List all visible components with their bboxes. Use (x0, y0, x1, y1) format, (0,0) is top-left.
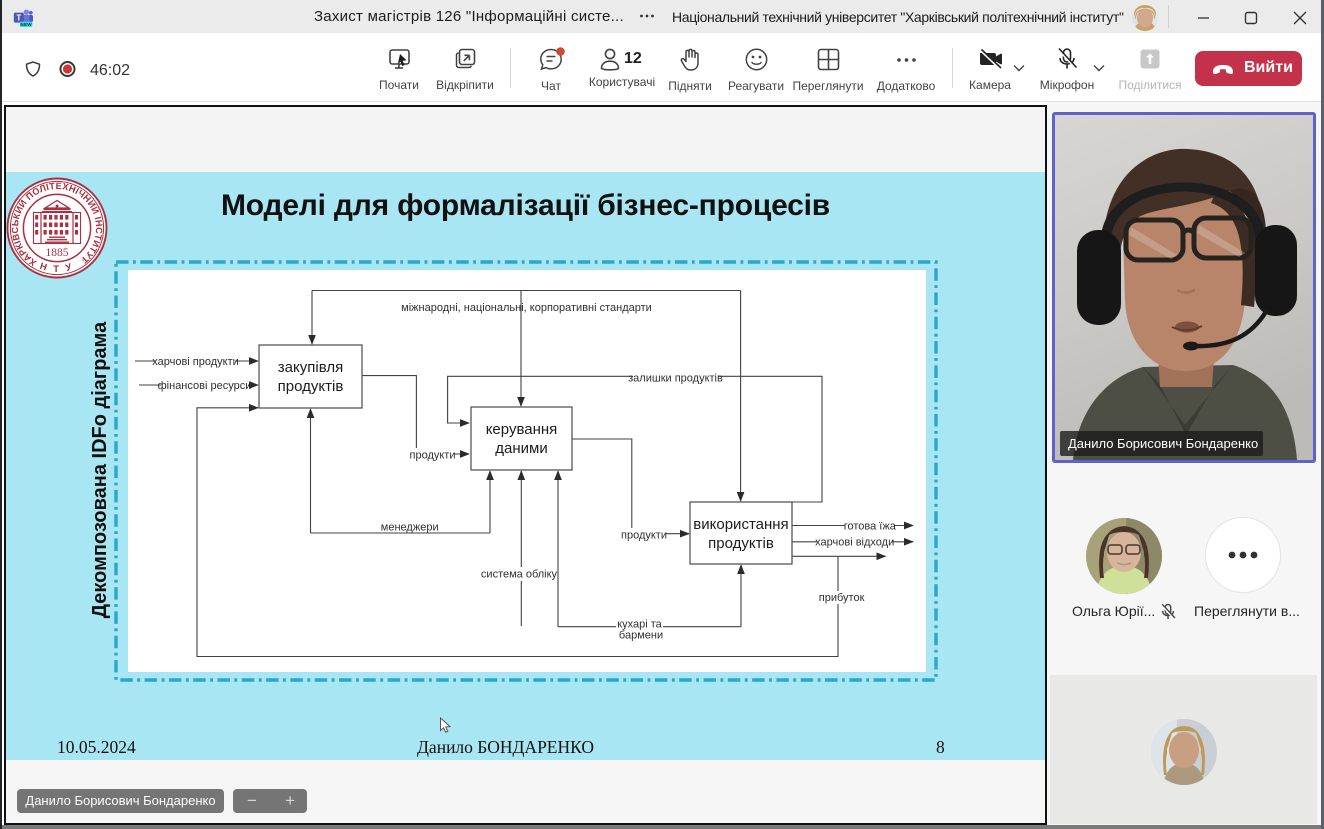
svg-text:прибуток: прибуток (819, 592, 865, 604)
svg-text:продуктів: продуктів (278, 378, 344, 395)
svg-text:харчові відходи: харчові відходи (815, 537, 894, 549)
svg-text:залишки продуктів: залишки продуктів (628, 373, 723, 385)
svg-text:готова їжа: готова їжа (844, 521, 897, 533)
svg-text:NEW: NEW (20, 22, 32, 27)
svg-text:продуктів: продуктів (708, 535, 774, 552)
svg-text:харчові продукти: харчові продукти (152, 356, 239, 368)
svg-text:фінансові ресурси: фінансові ресурси (158, 380, 252, 392)
svg-text:продукти: продукти (410, 450, 456, 462)
svg-text:продукти: продукти (621, 530, 667, 542)
svg-text:система обліку: система обліку (481, 569, 558, 581)
svg-text:керування: керування (486, 421, 558, 438)
svg-text:бармени: бармени (619, 630, 663, 642)
svg-text:даними: даними (495, 440, 547, 457)
svg-text:використання: використання (693, 516, 788, 533)
svg-text:закупівля: закупівля (278, 359, 343, 376)
svg-text:1885: 1885 (46, 247, 69, 259)
svg-text:менеджери: менеджери (381, 522, 439, 534)
svg-text:міжнародні, національні, корпо: міжнародні, національні, корпоративні ст… (401, 302, 652, 314)
